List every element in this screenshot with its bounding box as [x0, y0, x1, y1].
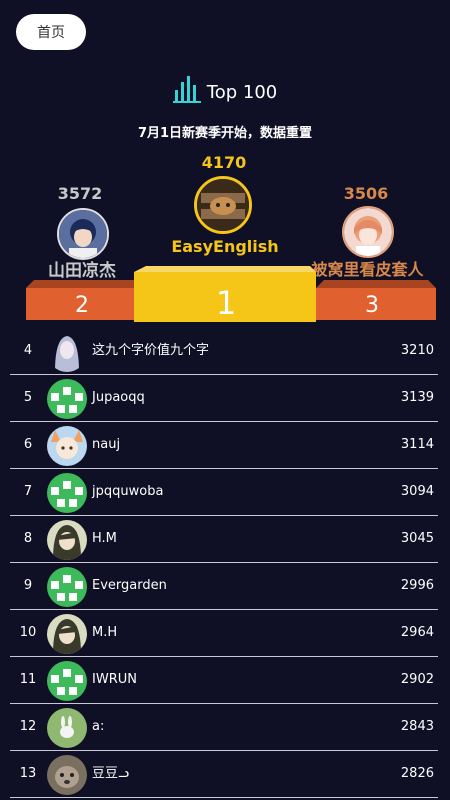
- anime-dark-hair-icon: [47, 520, 87, 560]
- podium: 2 1 3: [26, 266, 436, 322]
- user-score: 2826: [400, 766, 434, 781]
- user-name: Evergarden: [92, 578, 167, 593]
- podium-second-number: 2: [75, 293, 89, 318]
- rabbit-sketch-icon: [47, 708, 87, 748]
- rank-number: 13: [19, 766, 37, 781]
- table-row[interactable]: 11 IWRUN 2902: [10, 657, 438, 704]
- first-place-score: 4170: [201, 153, 247, 172]
- user-name: H.M: [92, 531, 117, 546]
- user-score: 3139: [400, 390, 434, 405]
- second-place-avatar[interactable]: [57, 208, 109, 260]
- user-score: 2843: [400, 719, 434, 734]
- user-score: 3210: [400, 343, 434, 358]
- user-name: 这九个字价值九个字: [92, 343, 210, 358]
- rank-number: 4: [23, 343, 33, 358]
- rank-number: 5: [23, 390, 33, 405]
- table-row[interactable]: 7 jpqquwoba 3094: [10, 469, 438, 516]
- table-row[interactable]: 8 H.M 3045: [10, 516, 438, 563]
- user-name: nauj: [92, 437, 121, 452]
- table-row[interactable]: 10 M.H 2964: [10, 610, 438, 657]
- table-row[interactable]: 4 这九个字价值九个字 3210: [10, 328, 438, 375]
- rank-number: 6: [23, 437, 33, 452]
- season-notice: 7月1日新赛季开始，数据重置: [137, 126, 313, 141]
- rank-number: 7: [23, 484, 33, 499]
- home-button[interactable]: 首页: [16, 14, 86, 50]
- cat-in-box-icon: [197, 179, 249, 231]
- user-name: jpqquwoba: [92, 484, 164, 499]
- user-name: 豆豆ᓗ: [92, 766, 130, 781]
- user-score: 2964: [400, 625, 434, 640]
- user-name: IWRUN: [92, 672, 137, 687]
- third-place-avatar[interactable]: [342, 206, 394, 258]
- default-green-avatar-icon: [47, 661, 87, 701]
- user-name: M.H: [92, 625, 118, 640]
- ranking-list: 4 这九个字价值九个字 3210 5 Jupaoqq 3139 6 nauj 3…: [10, 328, 438, 798]
- user-score: 3094: [400, 484, 434, 499]
- anime-silver-hair-icon: [47, 332, 87, 372]
- rank-number: 9: [23, 578, 33, 593]
- user-score: 2902: [400, 672, 434, 687]
- second-place-score: 3572: [57, 184, 103, 203]
- anime-pink-hair-icon: [344, 208, 392, 256]
- third-place-score: 3506: [343, 184, 389, 203]
- first-place-name: EasyEnglish: [171, 237, 279, 256]
- table-row[interactable]: 5 Jupaoqq 3139: [10, 375, 438, 422]
- rank-number: 10: [19, 625, 37, 640]
- table-row[interactable]: 12 a: 2843: [10, 704, 438, 751]
- user-score: 3045: [400, 531, 434, 546]
- table-row[interactable]: 9 Evergarden 2996: [10, 563, 438, 610]
- table-row[interactable]: 13 豆豆ᓗ 2826: [10, 751, 438, 798]
- dog-photo-icon: [47, 755, 87, 795]
- default-green-avatar-icon: [47, 379, 87, 419]
- default-green-avatar-icon: [47, 473, 87, 513]
- rank-number: 8: [23, 531, 33, 546]
- anime-fox-girl-icon: [47, 426, 87, 466]
- user-score: 3114: [400, 437, 434, 452]
- rank-number: 11: [19, 672, 37, 687]
- leaderboard-header: Top 100: [0, 74, 450, 104]
- first-place-avatar[interactable]: [194, 176, 252, 234]
- podium-first-number: 1: [216, 284, 236, 322]
- user-name: Jupaoqq: [92, 390, 145, 405]
- podium-third-number: 3: [365, 293, 379, 318]
- user-score: 2996: [400, 578, 434, 593]
- anime-dark-hair-icon: [47, 614, 87, 654]
- rank-number: 12: [19, 719, 37, 734]
- default-green-avatar-icon: [47, 567, 87, 607]
- table-row[interactable]: 6 nauj 3114: [10, 422, 438, 469]
- page-title: Top 100: [206, 82, 278, 103]
- user-name: a:: [92, 719, 105, 734]
- anime-blue-hair-icon: [59, 210, 107, 258]
- bar-chart-icon: [172, 76, 201, 103]
